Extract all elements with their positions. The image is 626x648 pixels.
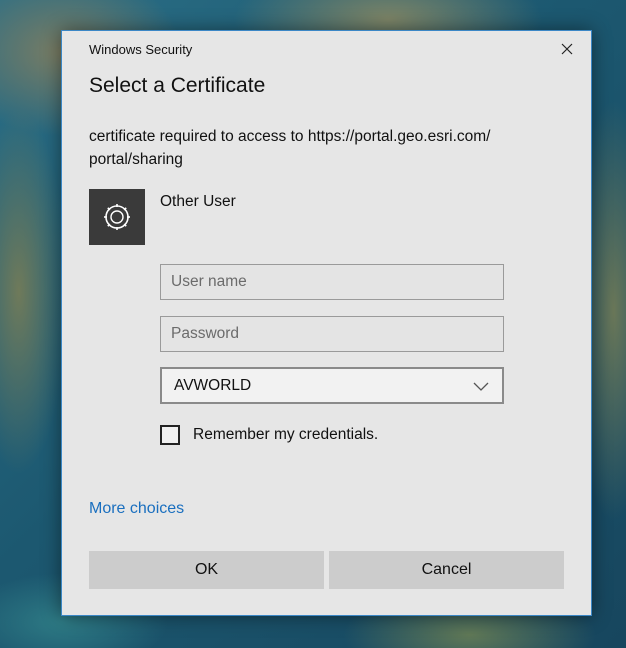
- chevron-down-icon: [473, 382, 489, 391]
- dialog-heading: Select a Certificate: [89, 74, 266, 97]
- dialog-message: certificate required to access to https:…: [89, 128, 491, 168]
- ok-button[interactable]: OK: [89, 551, 324, 589]
- window-title: Windows Security: [89, 42, 193, 57]
- close-icon: [561, 43, 573, 55]
- remember-credentials-option[interactable]: Remember my credentials.: [160, 425, 378, 445]
- domain-dropdown[interactable]: AVWORLD: [160, 367, 504, 404]
- username-input[interactable]: [160, 264, 504, 300]
- remember-credentials-label: Remember my credentials.: [193, 426, 379, 443]
- windows-security-dialog: Windows Security Select a Certificate ce…: [61, 30, 592, 616]
- password-input[interactable]: [160, 316, 504, 352]
- user-name-label: Other User: [160, 193, 236, 210]
- cancel-button[interactable]: Cancel: [329, 551, 564, 589]
- close-button[interactable]: [553, 37, 581, 61]
- user-tile[interactable]: [89, 189, 145, 245]
- more-choices-link[interactable]: More choices: [89, 500, 184, 518]
- remember-credentials-checkbox[interactable]: [160, 425, 180, 445]
- certificate-gear-icon: [104, 204, 130, 230]
- domain-selected-value: AVWORLD: [174, 376, 252, 394]
